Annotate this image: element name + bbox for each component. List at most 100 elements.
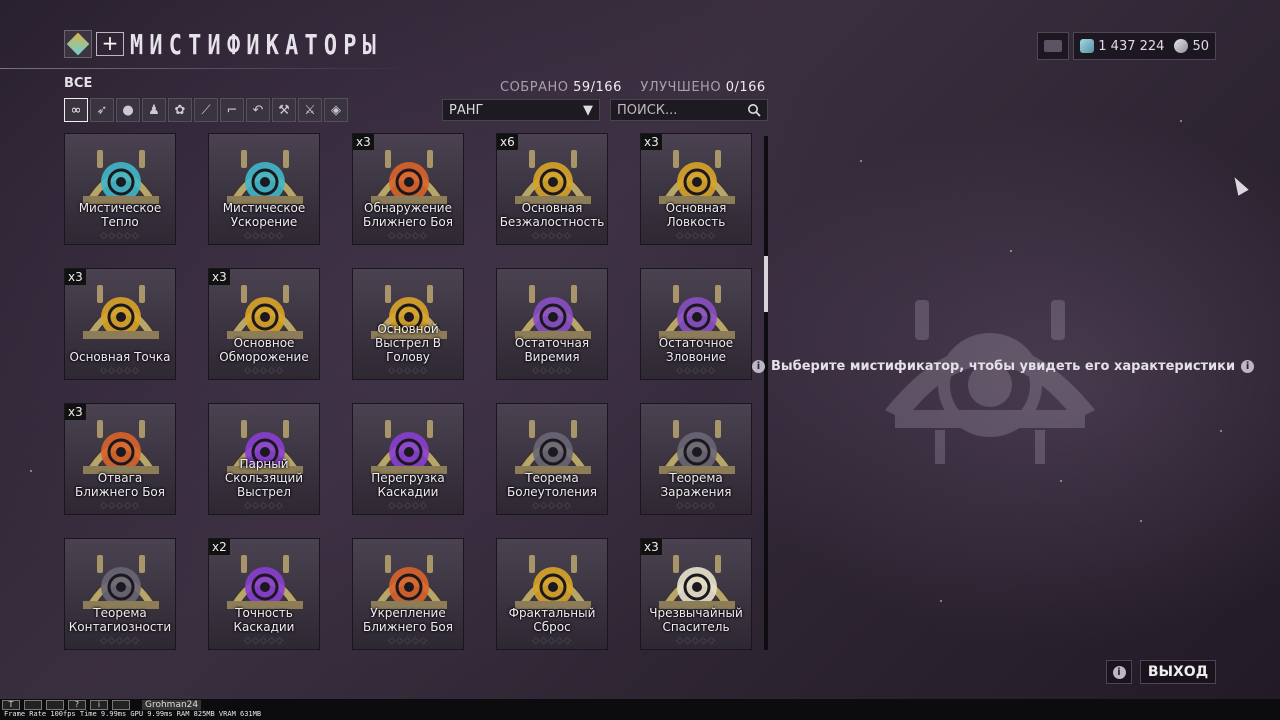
sort-dropdown[interactable]: РАНГ ▼ bbox=[442, 99, 600, 121]
arcane-name: Мистическое Ускорение bbox=[222, 201, 306, 229]
arcane-card[interactable]: Фрактальный Сброс ◇◇◇◇◇ bbox=[496, 538, 608, 650]
exit-button[interactable]: ВЫХОД bbox=[1140, 660, 1216, 684]
arcane-rank: ◇◇◇◇◇ bbox=[100, 366, 140, 376]
credits-value: 1 437 224 bbox=[1098, 38, 1165, 54]
bird-icon[interactable]: ➶ bbox=[90, 98, 114, 122]
arcane-count: x2 bbox=[209, 539, 230, 555]
tool-icon[interactable] bbox=[46, 700, 64, 710]
arcane-rank: ◇◇◇◇◇ bbox=[532, 231, 572, 241]
arcane-name: Основная Безжалостность bbox=[499, 201, 605, 229]
detail-hint: i Выберите мистификатор, чтобы увидеть е… bbox=[752, 359, 1255, 374]
arcane-name: Основное Обморожение bbox=[219, 336, 309, 364]
arcane-card[interactable]: x6 Основная Безжалостность ◇◇◇◇◇ bbox=[496, 133, 608, 245]
wrench-icon[interactable]: ⚒ bbox=[272, 98, 296, 122]
arcane-card[interactable]: Теорема Заражения ◇◇◇◇◇ bbox=[640, 403, 752, 515]
collected-label: СОБРАНО bbox=[500, 80, 569, 95]
arcane-name: Отвага Ближнего Боя bbox=[75, 471, 165, 499]
chevron-down-icon: ▼ bbox=[583, 102, 593, 118]
diamond-icon[interactable]: ◈ bbox=[324, 98, 348, 122]
text-icon[interactable]: T bbox=[2, 700, 20, 710]
arcane-card[interactable]: Мистическое Тепло ◇◇◇◇◇ bbox=[64, 133, 176, 245]
crossed-swords-icon[interactable]: ⚔ bbox=[298, 98, 322, 122]
currency-bar: 1 437 224 50 bbox=[1037, 32, 1216, 60]
arcane-card[interactable]: x3 Отвага Ближнего Боя ◇◇◇◇◇ bbox=[64, 403, 176, 515]
arcane-count: x3 bbox=[65, 404, 86, 420]
help-icon[interactable]: ? bbox=[68, 700, 86, 710]
scythe-icon[interactable]: ↶ bbox=[246, 98, 270, 122]
arcane-rank: ◇◇◇◇◇ bbox=[676, 501, 716, 511]
arcane-placeholder-icon bbox=[885, 300, 1095, 464]
arcane-rank: ◇◇◇◇◇ bbox=[388, 231, 428, 241]
arcane-card[interactable]: x3 Обнаружение Ближнего Боя ◇◇◇◇◇ bbox=[352, 133, 464, 245]
mouse-cursor-icon bbox=[1229, 174, 1249, 196]
arcane-rank: ◇◇◇◇◇ bbox=[100, 501, 140, 511]
arcane-emblem-icon bbox=[83, 420, 159, 475]
arcane-emblem-icon bbox=[371, 150, 447, 205]
scrollbar-thumb[interactable] bbox=[764, 256, 768, 312]
arcane-name: Теорема Заражения bbox=[660, 471, 732, 499]
upgraded-value: 0/166 bbox=[725, 80, 766, 95]
chat-toggle[interactable] bbox=[1037, 32, 1070, 60]
arcane-emblem-icon bbox=[227, 285, 303, 340]
upgraded-label: УЛУЧШЕНО bbox=[640, 80, 722, 95]
arcane-card[interactable]: Остаточная Виремия ◇◇◇◇◇ bbox=[496, 268, 608, 380]
detail-hint-text: Выберите мистификатор, чтобы увидеть его… bbox=[771, 359, 1236, 374]
arcane-card[interactable]: Укрепление Ближнего Боя ◇◇◇◇◇ bbox=[352, 538, 464, 650]
chat-icon bbox=[1044, 40, 1063, 52]
search-input[interactable]: ПОИСК... bbox=[610, 99, 768, 121]
arcane-menu-icon[interactable] bbox=[64, 30, 92, 58]
arcane-card[interactable]: x2 Точность Каскадии ◇◇◇◇◇ bbox=[208, 538, 320, 650]
arcane-name: Укрепление Ближнего Боя bbox=[363, 606, 453, 634]
arcane-name: Теорема Контагиозности bbox=[68, 606, 172, 634]
arcane-emblem-icon bbox=[83, 150, 159, 205]
arcane-count: x3 bbox=[641, 539, 662, 555]
arcane-card[interactable]: Теорема Болеутоления ◇◇◇◇◇ bbox=[496, 403, 608, 515]
debug-username: Grohman24 bbox=[142, 700, 202, 710]
arcane-rank: ◇◇◇◇◇ bbox=[100, 231, 140, 241]
arcane-card[interactable]: Теорема Контагиозности ◇◇◇◇◇ bbox=[64, 538, 176, 650]
scrollbar[interactable] bbox=[764, 136, 768, 650]
info-icon[interactable]: i bbox=[90, 700, 108, 710]
arcane-emblem-icon bbox=[515, 150, 591, 205]
arcane-emblem-icon bbox=[659, 150, 735, 205]
arcane-grid: Мистическое Тепло ◇◇◇◇◇ Мистическое Ускоре… bbox=[64, 133, 754, 650]
arcane-card[interactable]: Перегрузка Каскадии ◇◇◇◇◇ bbox=[352, 403, 464, 515]
arcane-name: Чрезвычайный Спаситель bbox=[649, 606, 743, 634]
help-button[interactable]: i bbox=[1106, 660, 1132, 684]
flower-icon[interactable]: ✿ bbox=[168, 98, 192, 122]
arcane-card[interactable]: Остаточное Зловоние ◇◇◇◇◇ bbox=[640, 268, 752, 380]
arcane-name: Теорема Болеутоления bbox=[507, 471, 597, 499]
arcane-card[interactable]: x3 Основная Ловкость ◇◇◇◇◇ bbox=[640, 133, 752, 245]
arcane-card[interactable]: x3 Основное Обморожение ◇◇◇◇◇ bbox=[208, 268, 320, 380]
arcane-name: Основная Точка bbox=[69, 350, 171, 364]
arcane-card[interactable]: x3 Основная Точка ◇◇◇◇◇ bbox=[64, 268, 176, 380]
arcane-emblem-icon bbox=[515, 285, 591, 340]
figure-icon[interactable]: ♟ bbox=[142, 98, 166, 122]
arcane-rank: ◇◇◇◇◇ bbox=[532, 636, 572, 646]
arcane-card[interactable]: Мистическое Ускорение ◇◇◇◇◇ bbox=[208, 133, 320, 245]
pistol-icon[interactable]: ⌐ bbox=[220, 98, 244, 122]
arcane-emblem-icon bbox=[515, 555, 591, 610]
arcane-emblem-icon bbox=[659, 420, 735, 475]
infinity-icon[interactable]: ∞ bbox=[64, 98, 88, 122]
arcane-card[interactable]: Парный Скользящий Выстрел ◇◇◇◇◇ bbox=[208, 403, 320, 515]
arcane-name: Обнаружение Ближнего Боя bbox=[363, 201, 453, 229]
info-icon[interactable]: i bbox=[1241, 360, 1255, 373]
arcane-name: Перегрузка Каскадии bbox=[371, 471, 445, 499]
arcane-count: x6 bbox=[497, 134, 518, 150]
add-button[interactable]: + bbox=[96, 32, 124, 56]
arcane-emblem-icon bbox=[227, 555, 303, 610]
arcane-count: x3 bbox=[65, 269, 86, 285]
tool-icon[interactable] bbox=[112, 700, 130, 710]
rifle-icon[interactable]: ⟋ bbox=[194, 98, 218, 122]
debug-toolbar: T ? i bbox=[2, 700, 130, 710]
person-icon[interactable]: ● bbox=[116, 98, 140, 122]
arcane-card[interactable]: Основной Выстрел В Голову ◇◇◇◇◇ bbox=[352, 268, 464, 380]
page-title: МИСТИФИКАТОРЫ bbox=[130, 28, 383, 61]
tool-icon[interactable] bbox=[24, 700, 42, 710]
arcane-emblem-icon bbox=[83, 285, 159, 340]
arcane-emblem-icon bbox=[659, 285, 735, 340]
arcane-rank: ◇◇◇◇◇ bbox=[244, 231, 284, 241]
arcane-count: x3 bbox=[353, 134, 374, 150]
arcane-card[interactable]: x3 Чрезвычайный Спаситель ◇◇◇◇◇ bbox=[640, 538, 752, 650]
